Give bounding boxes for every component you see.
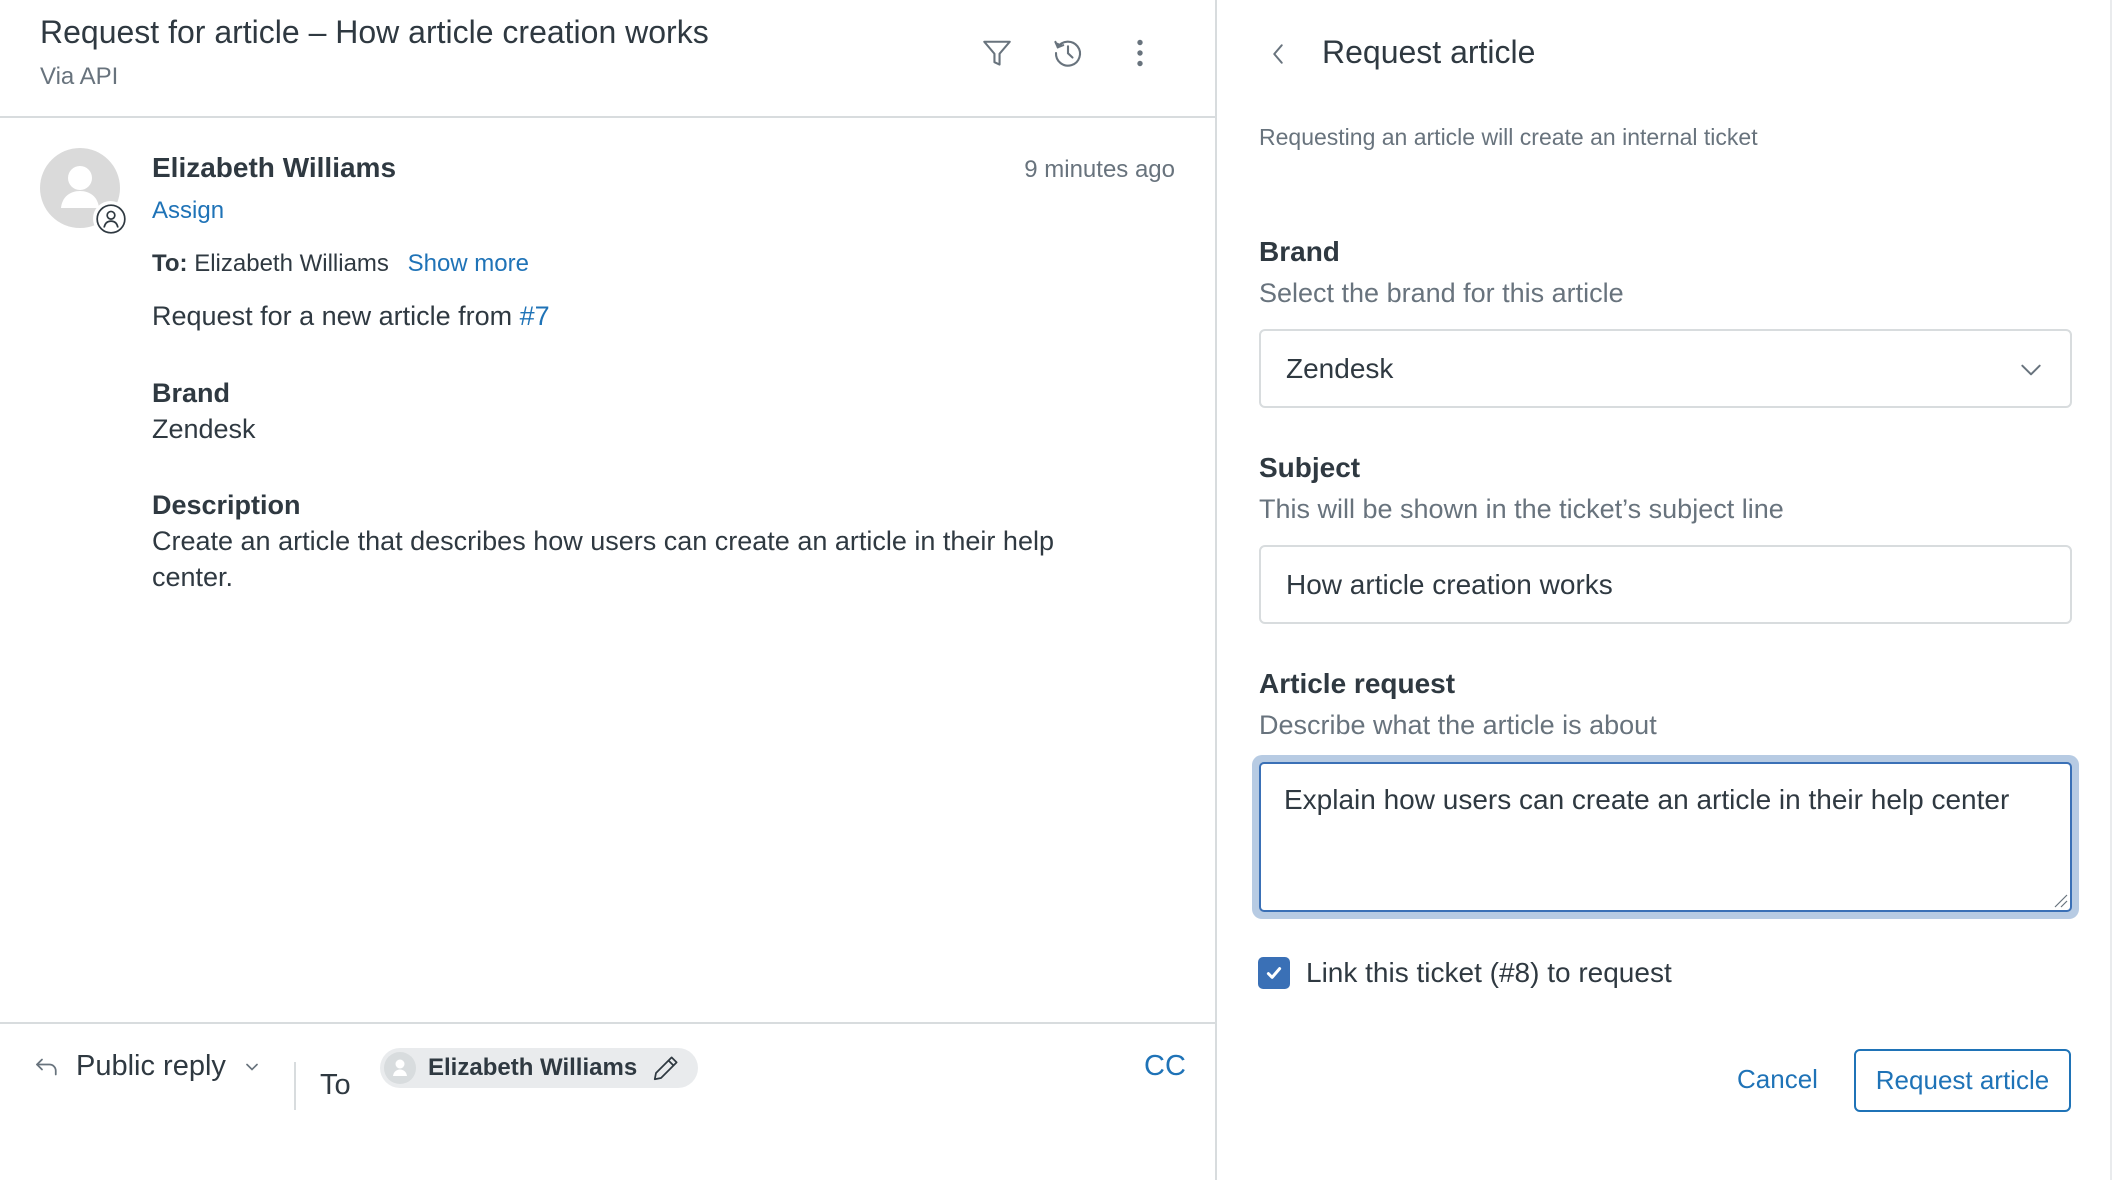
- reply-arrow-icon: [36, 1058, 57, 1075]
- recipients-line: To: Elizabeth Williams Show more: [152, 250, 529, 278]
- article-request-hint: Describe what the article is about: [1259, 710, 1657, 740]
- history-button[interactable]: [1049, 34, 1087, 72]
- description-heading: Description: [152, 490, 301, 520]
- ticket-conversation-panel: Request for article – How article creati…: [0, 0, 1217, 1180]
- back-chevron-icon[interactable]: [1263, 36, 1293, 72]
- assign-link[interactable]: Assign: [152, 197, 224, 225]
- recipient-name: Elizabeth Williams: [428, 1054, 638, 1081]
- to-recipient: Elizabeth Williams: [194, 250, 389, 277]
- pencil-icon[interactable]: [651, 1053, 681, 1083]
- article-request-label: Article request: [1259, 668, 1456, 699]
- divider: [294, 1062, 296, 1110]
- ticket-header: Request for article – How article creati…: [0, 0, 1215, 118]
- cc-button[interactable]: CC: [1144, 1050, 1186, 1083]
- article-request-focus-ring: Explain how users can create an article …: [1252, 755, 2079, 919]
- description-line-1: Create an article that describes how use…: [152, 526, 1054, 556]
- message-intro: Request for a new article from #7: [152, 298, 550, 334]
- request-article-panel: Request article Requesting an article wi…: [1219, 0, 2112, 1180]
- reply-composer-bar: Public reply To Elizabeth Williams CC: [0, 1022, 1215, 1180]
- description-line-2: center.: [152, 562, 234, 592]
- brand-label: Brand: [1259, 236, 1340, 267]
- filter-button[interactable]: [978, 34, 1016, 72]
- ticket-channel: Via API: [40, 63, 119, 90]
- brand-select[interactable]: Zendesk: [1259, 329, 2072, 408]
- subject-label: Subject: [1259, 452, 1361, 483]
- panel-intro: Requesting an article will create an int…: [1259, 124, 1758, 150]
- to-label: To: [320, 1069, 351, 1101]
- link-ticket-label: Link this ticket (#8) to request: [1306, 957, 1672, 988]
- article-request-textarea[interactable]: Explain how users can create an article …: [1259, 762, 2072, 912]
- message-intro-text: Request for a new article from: [152, 301, 520, 331]
- request-article-button[interactable]: Request article: [1854, 1049, 2071, 1112]
- ticket-title: Request for article – How article creati…: [40, 14, 709, 50]
- brand-select-value: Zendesk: [1286, 352, 1394, 384]
- show-more-link[interactable]: Show more: [408, 250, 529, 277]
- link-ticket-checkbox[interactable]: [1258, 957, 1290, 989]
- chevron-down-icon: [246, 1063, 258, 1071]
- panel-title: Request article: [1322, 34, 1536, 70]
- brand-heading: Brand: [152, 378, 231, 408]
- cancel-button[interactable]: Cancel: [1737, 1064, 1818, 1095]
- reply-type-dropdown[interactable]: Public reply: [32, 1050, 262, 1083]
- subject-input-value: How article creation works: [1286, 568, 1613, 600]
- recipient-pill[interactable]: Elizabeth Williams: [380, 1048, 698, 1088]
- article-request-value: Explain how users can create an article …: [1284, 784, 2010, 815]
- resize-handle-icon[interactable]: [2052, 892, 2068, 908]
- checkmark-icon: [1266, 967, 1282, 979]
- brand-hint: Select the brand for this article: [1259, 278, 1624, 308]
- user-circle-icon: [95, 203, 126, 234]
- link-ticket-checkbox-row[interactable]: Link this ticket (#8) to request: [1258, 957, 1672, 989]
- chevron-down-icon: [2021, 364, 2041, 376]
- brand-value: Zendesk: [152, 414, 256, 444]
- agent-badge: [93, 201, 128, 236]
- source-ticket-link[interactable]: #7: [520, 301, 550, 331]
- subject-input[interactable]: How article creation works: [1259, 545, 2072, 624]
- more-options-icon: [1137, 39, 1143, 67]
- to-prefix: To:: [152, 250, 188, 277]
- more-options-button[interactable]: [1121, 34, 1159, 72]
- reply-type-label: Public reply: [76, 1050, 226, 1082]
- history-icon: [1054, 40, 1082, 67]
- filter-icon: [983, 40, 1011, 66]
- user-silhouette-icon: [393, 1059, 407, 1076]
- recipient-avatar: [384, 1052, 416, 1084]
- message-timestamp: 9 minutes ago: [1024, 156, 1175, 183]
- author-name: Elizabeth Williams: [152, 152, 397, 183]
- subject-hint: This will be shown in the ticket’s subje…: [1259, 494, 1784, 524]
